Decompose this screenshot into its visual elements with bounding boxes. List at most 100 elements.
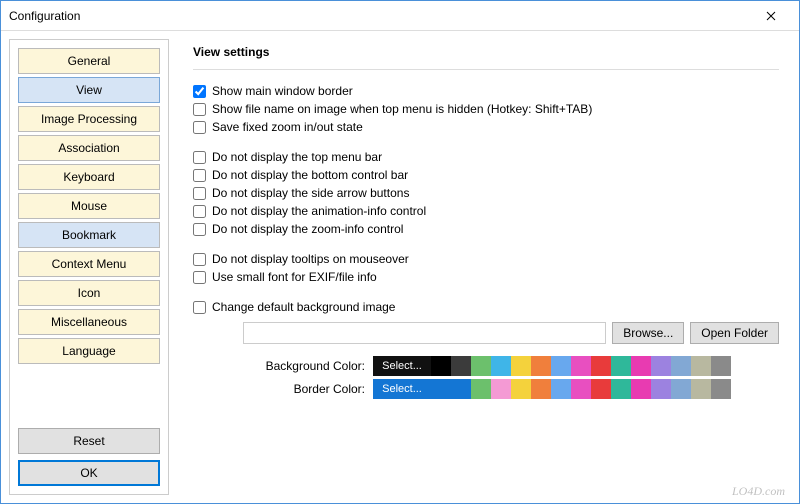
color-swatch[interactable]	[651, 379, 671, 399]
checkbox[interactable]	[193, 271, 206, 284]
color-swatch[interactable]	[431, 379, 451, 399]
color-swatch[interactable]	[571, 356, 591, 376]
checkbox-group-2: Do not display the top menu bar Do not di…	[193, 150, 779, 236]
color-swatch[interactable]	[651, 356, 671, 376]
category-list: General View Image Processing Association Ke…	[18, 48, 160, 424]
color-swatch[interactable]	[451, 356, 471, 376]
checkbox-row[interactable]: Do not display the side arrow buttons	[193, 186, 779, 200]
checkbox-row[interactable]: Change default background image	[193, 300, 779, 314]
checkbox-label: Do not display the bottom control bar	[212, 168, 408, 182]
checkbox[interactable]	[193, 187, 206, 200]
checkbox-row[interactable]: Do not display tooltips on mouseover	[193, 252, 779, 266]
border-color-row: Border Color: Select...	[193, 379, 779, 399]
bg-image-path-row: Browse... Open Folder	[243, 322, 779, 344]
checkbox[interactable]	[193, 301, 206, 314]
browse-button[interactable]: Browse...	[612, 322, 684, 344]
checkbox-row[interactable]: Do not display the top menu bar	[193, 150, 779, 164]
category-language[interactable]: Language	[18, 338, 160, 364]
color-swatch[interactable]	[671, 379, 691, 399]
checkbox-label: Do not display the top menu bar	[212, 150, 382, 164]
color-swatch[interactable]	[611, 356, 631, 376]
checkbox[interactable]	[193, 223, 206, 236]
color-swatch[interactable]	[691, 379, 711, 399]
color-swatch[interactable]	[671, 356, 691, 376]
bg-color-select-button[interactable]: Select...	[373, 356, 431, 376]
sidebar-bottom: Reset OK	[18, 428, 160, 486]
color-swatch[interactable]	[511, 356, 531, 376]
checkbox-row[interactable]: Use small font for EXIF/file info	[193, 270, 779, 284]
close-icon	[766, 11, 776, 21]
category-context-menu[interactable]: Context Menu	[18, 251, 160, 277]
checkbox-label: Change default background image	[212, 300, 395, 314]
open-folder-button[interactable]: Open Folder	[690, 322, 779, 344]
color-swatch[interactable]	[471, 379, 491, 399]
color-swatch[interactable]	[611, 379, 631, 399]
checkbox-row[interactable]: Do not display the bottom control bar	[193, 168, 779, 182]
bg-image-path-input[interactable]	[243, 322, 606, 344]
border-color-select-button[interactable]: Select...	[373, 379, 431, 399]
color-swatch[interactable]	[591, 379, 611, 399]
checkbox-row[interactable]: Do not display the zoom-info control	[193, 222, 779, 236]
category-bookmark[interactable]: Bookmark	[18, 222, 160, 248]
checkbox-row[interactable]: Show file name on image when top menu is…	[193, 102, 779, 116]
sidebar: General View Image Processing Association Ke…	[9, 39, 169, 495]
checkbox-group-4: Change default background image	[193, 300, 779, 314]
checkbox-label: Do not display the zoom-info control	[212, 222, 403, 236]
color-swatch[interactable]	[591, 356, 611, 376]
color-swatch[interactable]	[631, 356, 651, 376]
color-swatch[interactable]	[431, 356, 451, 376]
checkbox-label: Save fixed zoom in/out state	[212, 120, 363, 134]
section-heading: View settings	[193, 45, 779, 59]
checkbox-group-3: Do not display tooltips on mouseover Use …	[193, 252, 779, 284]
checkbox-label: Do not display the animation-info contro…	[212, 204, 426, 218]
checkbox-row[interactable]: Show main window border	[193, 84, 779, 98]
reset-button[interactable]: Reset	[18, 428, 160, 454]
checkbox[interactable]	[193, 121, 206, 134]
category-view[interactable]: View	[18, 77, 160, 103]
checkbox-label: Do not display the side arrow buttons	[212, 186, 409, 200]
color-swatch[interactable]	[531, 379, 551, 399]
color-swatch[interactable]	[491, 379, 511, 399]
color-swatch[interactable]	[631, 379, 651, 399]
checkbox-row[interactable]: Do not display the animation-info contro…	[193, 204, 779, 218]
checkbox-row[interactable]: Save fixed zoom in/out state	[193, 120, 779, 134]
color-swatch[interactable]	[511, 379, 531, 399]
config-window: Configuration General View Image Processin…	[0, 0, 800, 504]
border-color-swatches	[431, 379, 731, 399]
color-swatch[interactable]	[531, 356, 551, 376]
color-swatch[interactable]	[711, 356, 731, 376]
ok-button[interactable]: OK	[18, 460, 160, 486]
category-keyboard[interactable]: Keyboard	[18, 164, 160, 190]
color-swatch[interactable]	[571, 379, 591, 399]
border-color-label: Border Color:	[193, 382, 373, 396]
category-image-processing[interactable]: Image Processing	[18, 106, 160, 132]
color-swatch[interactable]	[551, 379, 571, 399]
titlebar: Configuration	[1, 1, 799, 31]
category-association[interactable]: Association	[18, 135, 160, 161]
checkbox[interactable]	[193, 205, 206, 218]
color-swatch[interactable]	[551, 356, 571, 376]
category-general[interactable]: General	[18, 48, 160, 74]
checkbox-label: Show main window border	[212, 84, 353, 98]
divider	[193, 69, 779, 70]
checkbox[interactable]	[193, 103, 206, 116]
category-miscellaneous[interactable]: Miscellaneous	[18, 309, 160, 335]
checkbox[interactable]	[193, 85, 206, 98]
checkbox[interactable]	[193, 253, 206, 266]
color-swatch[interactable]	[691, 356, 711, 376]
checkbox[interactable]	[193, 151, 206, 164]
checkbox-group-1: Show main window border Show file name on…	[193, 84, 779, 134]
body: General View Image Processing Association Ke…	[1, 31, 799, 503]
color-swatch[interactable]	[471, 356, 491, 376]
color-swatch[interactable]	[451, 379, 471, 399]
checkbox-label: Do not display tooltips on mouseover	[212, 252, 409, 266]
color-swatch[interactable]	[711, 379, 731, 399]
watermark: LO4D.com	[732, 484, 785, 499]
color-swatch[interactable]	[491, 356, 511, 376]
window-title: Configuration	[9, 9, 80, 23]
category-mouse[interactable]: Mouse	[18, 193, 160, 219]
checkbox[interactable]	[193, 169, 206, 182]
close-button[interactable]	[751, 2, 791, 30]
bg-color-row: Background Color: Select...	[193, 356, 779, 376]
category-icon[interactable]: Icon	[18, 280, 160, 306]
